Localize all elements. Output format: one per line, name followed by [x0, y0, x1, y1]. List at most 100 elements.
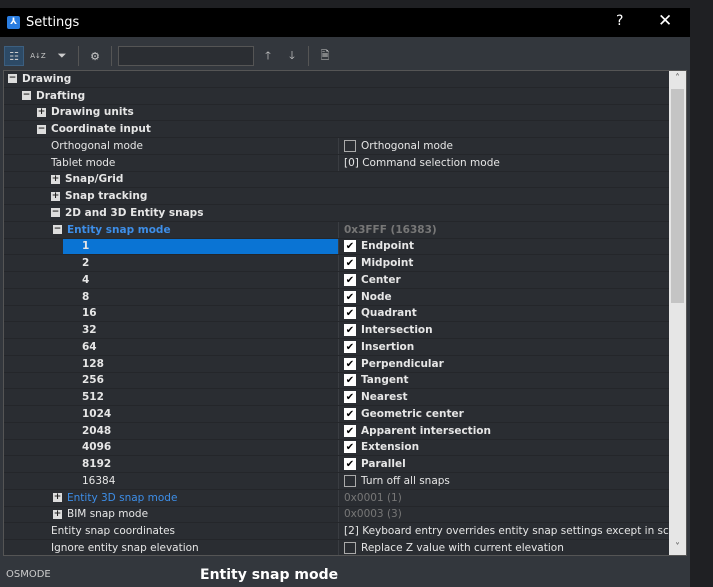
checkbox[interactable]: ✔: [344, 407, 356, 420]
row-value[interactable]: ✔ Nearest: [338, 389, 668, 405]
row-value-text: Tangent: [361, 374, 409, 387]
checkbox[interactable]: ✔: [344, 374, 356, 387]
row-value[interactable]: ✔ Perpendicular: [338, 355, 668, 372]
tree-row[interactable]: + Snap tracking: [4, 188, 686, 205]
tree-row[interactable]: − Drawing: [4, 71, 686, 88]
export-icon[interactable]: 🗎: [315, 46, 335, 66]
row-value[interactable]: ✔ Midpoint: [338, 255, 668, 271]
row-value[interactable]: ✔ Insertion: [338, 339, 668, 355]
checkbox[interactable]: ✔: [344, 441, 356, 454]
row-value[interactable]: [0] Command selection mode: [338, 154, 668, 171]
tree-row[interactable]: 1 ✔ Endpoint: [4, 238, 686, 256]
row-value[interactable]: ✔ Apparent intersection: [338, 422, 668, 439]
separator: [111, 46, 112, 66]
arrow-down-icon[interactable]: 🡓: [282, 46, 302, 66]
tree-row[interactable]: 256 ✔ Tangent: [4, 372, 686, 390]
tree-row[interactable]: − Entity snap mode 0x3FFF (16383): [4, 221, 686, 239]
collapse-icon[interactable]: −: [37, 124, 46, 134]
collapse-icon[interactable]: −: [51, 208, 60, 218]
collapse-icon[interactable]: −: [22, 91, 31, 101]
row-label-text: 2: [82, 257, 90, 270]
row-label: 512: [63, 389, 104, 405]
tree-row[interactable]: 8 ✔ Node: [4, 288, 686, 306]
expand-icon[interactable]: +: [37, 107, 46, 117]
tree-row[interactable]: 4 ✔ Center: [4, 272, 686, 289]
checkbox[interactable]: ✔: [344, 424, 356, 437]
tree-row[interactable]: − Drafting: [4, 88, 686, 105]
row-value[interactable]: [2] Keyboard entry overrides entity snap…: [338, 523, 686, 539]
tree-row[interactable]: 32 ✔ Intersection: [4, 322, 686, 339]
row-value[interactable]: Replace Z value with current elevation: [338, 540, 668, 555]
checkbox[interactable]: [344, 139, 356, 152]
checkbox[interactable]: ✔: [344, 340, 356, 353]
tree-row[interactable]: 64 ✔ Insertion: [4, 339, 686, 356]
categorized-view-icon[interactable]: ☷: [4, 46, 24, 66]
checkbox[interactable]: ✔: [344, 257, 356, 270]
row-value[interactable]: ✔ Tangent: [338, 372, 668, 389]
scroll-down-icon[interactable]: ˅: [669, 542, 686, 553]
row-value-text: Insertion: [361, 340, 415, 353]
row-label-text: Entity snap mode: [67, 223, 171, 236]
help-button[interactable]: ?: [616, 13, 623, 29]
row-value[interactable]: Orthogonal mode: [338, 138, 668, 154]
expand-icon[interactable]: +: [51, 174, 60, 184]
checkbox[interactable]: ✔: [344, 307, 356, 320]
row-value[interactable]: 0x0003 (3): [338, 506, 668, 523]
alphabetical-sort-icon[interactable]: A↓Z: [28, 46, 48, 66]
checkbox[interactable]: ✔: [344, 273, 356, 286]
arrow-up-icon[interactable]: 🡑: [258, 46, 278, 66]
tree-row[interactable]: + Entity 3D snap mode 0x0001 (1): [4, 489, 686, 507]
tree-row[interactable]: + Drawing units: [4, 105, 686, 122]
row-value[interactable]: ✔ Extension: [338, 439, 668, 456]
checkbox[interactable]: [344, 541, 356, 554]
collapse-icon[interactable]: −: [53, 225, 62, 235]
row-label: 32: [63, 322, 97, 338]
tree-row[interactable]: 2048 ✔ Apparent intersection: [4, 422, 686, 440]
checkbox[interactable]: ✔: [344, 391, 356, 404]
row-value[interactable]: ✔ Node: [338, 288, 668, 305]
expand-icon[interactable]: +: [53, 493, 62, 503]
expand-icon[interactable]: +: [53, 509, 62, 519]
scroll-thumb[interactable]: [671, 89, 684, 303]
tree-row[interactable]: −2D and 3D Entity snaps: [4, 205, 686, 222]
tree-row[interactable]: Tablet mode [0] Command selection mode: [4, 154, 686, 172]
tree-row[interactable]: − Coordinate input: [4, 121, 686, 138]
row-value[interactable]: ✔ Intersection: [338, 322, 668, 338]
tree-row[interactable]: 16 ✔ Quadrant: [4, 305, 686, 323]
tree-row[interactable]: 128 ✔ Perpendicular: [4, 355, 686, 373]
row-value-text: Extension: [361, 441, 420, 454]
tree-row[interactable]: + BIM snap mode 0x0003 (3): [4, 506, 686, 524]
row-value[interactable]: ✔ Quadrant: [338, 305, 668, 322]
row-value[interactable]: 0x3FFF (16383): [338, 221, 668, 238]
tree-row[interactable]: Entity snap coordinates [2] Keyboard entr…: [4, 523, 686, 540]
checkbox[interactable]: ✔: [344, 290, 356, 303]
tree-row[interactable]: + Snap/Grid: [4, 172, 686, 189]
tree-row[interactable]: 8192 ✔ Parallel: [4, 456, 686, 473]
tree-row[interactable]: 4096 ✔ Extension: [4, 439, 686, 457]
tree-row[interactable]: 2 ✔ Midpoint: [4, 255, 686, 272]
tree-row[interactable]: 1024 ✔ Geometric center: [4, 406, 686, 423]
checkbox[interactable]: [344, 474, 356, 487]
collapse-icon[interactable]: −: [8, 74, 17, 84]
scrollbar[interactable]: ˄ ˅: [669, 71, 686, 555]
tree-row[interactable]: 512 ✔ Nearest: [4, 389, 686, 406]
row-value[interactable]: ✔ Parallel: [338, 456, 668, 472]
checkbox[interactable]: ✔: [344, 240, 356, 253]
checkbox[interactable]: ✔: [344, 324, 356, 337]
tree-row[interactable]: 16384 Turn off all snaps: [4, 473, 686, 490]
gear-icon[interactable]: ⚙: [85, 46, 105, 66]
scroll-up-icon[interactable]: ˄: [669, 73, 686, 84]
filter-icon[interactable]: ⏷: [52, 46, 72, 66]
checkbox[interactable]: ✔: [344, 357, 356, 370]
tree-row[interactable]: Orthogonal mode Orthogonal mode: [4, 138, 686, 155]
close-button[interactable]: ✕: [658, 11, 672, 31]
expand-icon[interactable]: +: [51, 191, 60, 201]
search-input[interactable]: [118, 46, 254, 66]
checkbox[interactable]: ✔: [344, 458, 356, 471]
row-value[interactable]: ✔ Geometric center: [338, 406, 668, 422]
row-value[interactable]: Turn off all snaps: [338, 473, 668, 489]
tree-row[interactable]: Ignore entity snap elevation Replace Z va…: [4, 540, 686, 555]
row-value[interactable]: ✔ Center: [338, 272, 668, 288]
row-value[interactable]: 0x0001 (1): [338, 489, 668, 506]
row-value[interactable]: ✔ Endpoint: [338, 238, 668, 255]
